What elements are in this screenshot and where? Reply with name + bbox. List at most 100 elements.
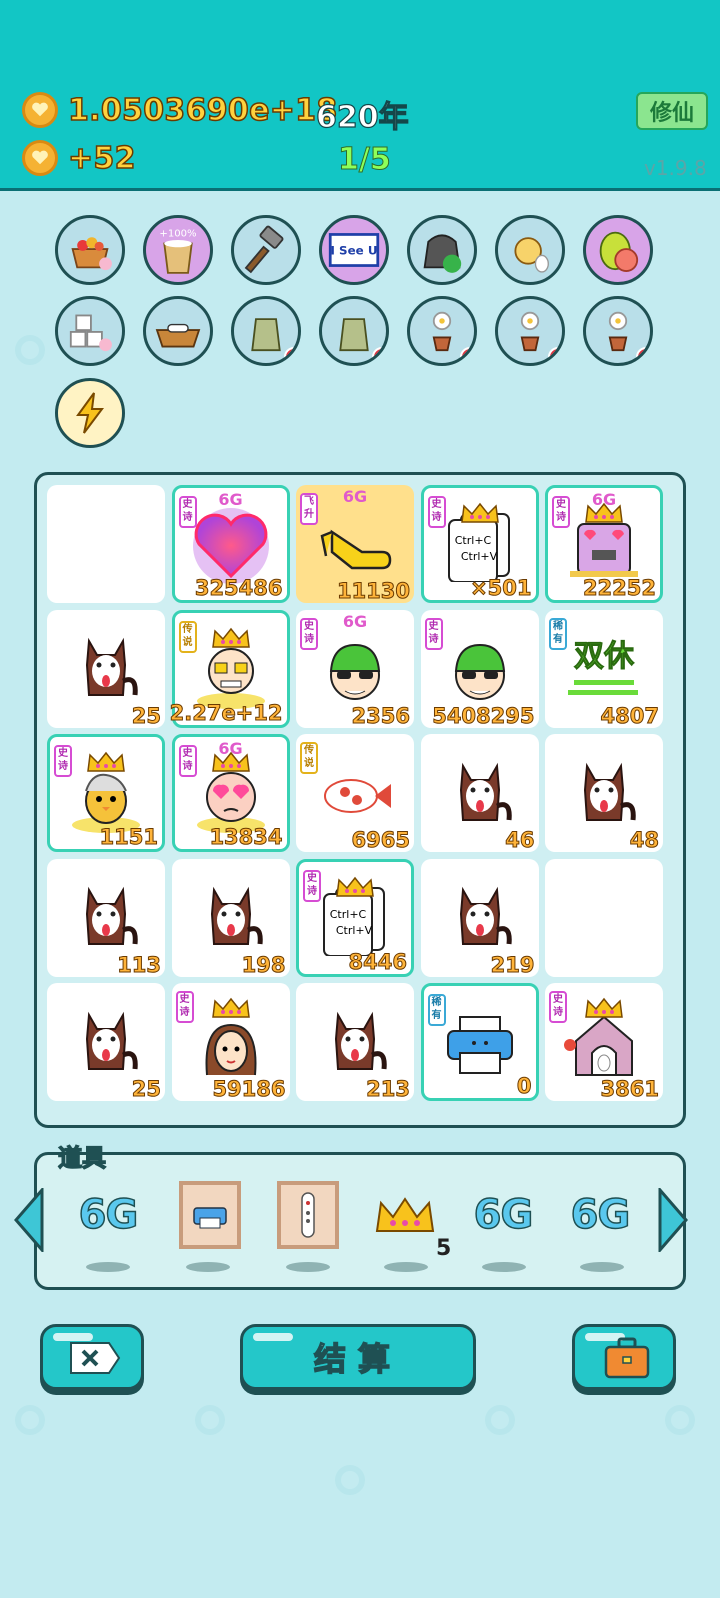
plus100-bucket-icon[interactable]: +100%: [143, 215, 213, 285]
chick-egg-icon[interactable]: [495, 215, 565, 285]
board-cell-girl[interactable]: 史诗 59186: [171, 983, 290, 1102]
cell-count: 22252: [582, 576, 656, 601]
board-cell-green-hat-man[interactable]: 6G 史诗 2356: [296, 609, 414, 728]
coins-total: 1.0503690e+18: [67, 92, 338, 129]
lightning-icon[interactable]: [55, 378, 125, 448]
6g-icon: 6G: [473, 1191, 534, 1239]
crown-icon: [211, 627, 251, 653]
board-cell-green-hat-man[interactable]: 史诗 5408295: [420, 609, 539, 728]
item-shadow: [384, 1262, 428, 1272]
i-see-u-sign-icon[interactable]: I See U: [319, 215, 389, 285]
board-cell-rabbit-house[interactable]: 史诗 3861: [545, 983, 663, 1102]
crown-quantity: 5: [436, 1236, 452, 1261]
crown-item[interactable]: [370, 1180, 440, 1250]
board-cell-koi-fish[interactable]: 传说 6965: [296, 734, 414, 853]
bag-button[interactable]: [572, 1324, 676, 1390]
pomelo-icon[interactable]: [583, 215, 653, 285]
6g-item[interactable]: 6G: [73, 1180, 143, 1250]
cell-count: 325486: [194, 576, 283, 601]
hammer-icon[interactable]: [231, 215, 301, 285]
board-cell-husky[interactable]: 46: [420, 734, 539, 853]
6g-badge: 6G: [342, 611, 368, 631]
cell-count: 13834: [209, 825, 283, 850]
empty-slot[interactable]: [545, 858, 663, 977]
cell-count: 11130: [336, 579, 410, 604]
cell-count: 0: [516, 1074, 532, 1099]
rarity-tag: 史诗: [178, 496, 197, 528]
6g-icon: 6G: [570, 1191, 631, 1239]
board-cell-husky[interactable]: 48: [545, 734, 663, 853]
rarity-tag: 史诗: [54, 745, 72, 777]
rarity-tag: 传说: [300, 742, 318, 774]
sack-icon-1[interactable]: [231, 296, 301, 366]
year-counter: 620年: [315, 99, 409, 135]
coins-rate-row: +52: [22, 140, 136, 176]
round-counter: 1/5: [338, 142, 392, 178]
cell-count: 48: [629, 828, 659, 853]
potted-flower-icon-3[interactable]: [583, 296, 653, 366]
sack-icon-2[interactable]: [319, 296, 389, 366]
cell-count: 219: [490, 952, 535, 977]
board-cell-old-man[interactable]: 传说 2.27e+12: [169, 609, 290, 728]
crown-icon: [460, 502, 500, 528]
item-shadow: [482, 1262, 526, 1272]
dog-bowl-icon[interactable]: [143, 296, 213, 366]
close-button[interactable]: [40, 1324, 144, 1390]
item-shadow: [186, 1262, 230, 1272]
board-cell-husky[interactable]: 213: [296, 983, 414, 1102]
cell-count: 25: [131, 1077, 161, 1102]
potted-flower-icon-2[interactable]: [495, 296, 565, 366]
recycle-bag-icon[interactable]: [407, 215, 477, 285]
rarity-tag: 史诗: [424, 617, 443, 650]
cell-count: 2356: [351, 703, 410, 728]
6g-item[interactable]: 6G: [468, 1180, 538, 1250]
rarity-tag: 史诗: [178, 745, 197, 777]
settle-label: 结算: [313, 1339, 402, 1379]
board-cell-love-bald-man[interactable]: 6G 史诗 13834: [171, 734, 290, 852]
board-cell-love-grumpy-face[interactable]: 6G 史诗 22252: [545, 485, 663, 603]
board-cell-husky[interactable]: 219: [420, 858, 539, 977]
crown-icon: [86, 751, 126, 777]
remote-frame-item[interactable]: [273, 1180, 343, 1250]
cell-count: 1151: [99, 825, 158, 850]
rarity-tag: 传说: [178, 620, 197, 653]
board-cell-heart[interactable]: 6G 史诗 325486: [171, 485, 290, 603]
version-label: v1.9.8: [644, 156, 707, 180]
printer-frame-icon: [179, 1181, 241, 1249]
crown-icon: [584, 997, 624, 1023]
board-cell-pointing-hand[interactable]: 6G 飞升 11130: [296, 485, 414, 604]
arrow-left-icon[interactable]: [12, 1188, 46, 1252]
arrow-right-icon[interactable]: [656, 1188, 690, 1252]
board-cell-ctrl-cv[interactable]: Ctrl+C Ctrl+V 史诗 8446: [296, 858, 414, 977]
button-gloss: [53, 1333, 93, 1341]
board-cell-husky[interactable]: 198: [171, 858, 290, 977]
board-cell-grey-hair-chick[interactable]: 史诗 1151: [47, 734, 165, 852]
board-cell-husky[interactable]: 25: [47, 609, 165, 728]
cell-count: 46: [505, 828, 535, 853]
cell-count: 8446: [348, 949, 407, 974]
printer-frame-item[interactable]: [175, 1180, 245, 1250]
board-cell-husky[interactable]: 25: [47, 983, 165, 1102]
board-cell-printer[interactable]: 稀有 0: [420, 983, 539, 1101]
cell-count: 25: [131, 703, 161, 728]
cell-count: 6965: [351, 828, 410, 853]
board-cell-ctrl-cv[interactable]: Ctrl+C Ctrl+V 史诗 ×501: [420, 485, 539, 603]
xiuxian-button[interactable]: 修仙: [636, 92, 708, 130]
rarity-tag: 史诗: [427, 496, 446, 528]
cell-count: 3861: [600, 1077, 659, 1102]
cell-count: ×501: [470, 576, 532, 601]
fruit-basket-icon[interactable]: [55, 215, 125, 285]
empty-slot[interactable]: [47, 485, 165, 603]
husky-icon: [569, 756, 639, 840]
6g-item[interactable]: 6G: [565, 1180, 635, 1250]
cell-count: 4807: [600, 703, 659, 728]
merge-board: 6G 史诗 325486 6G 飞升 11130 Ctrl+C Ctrl+V 史诗 ×501 6G 史…: [34, 472, 686, 1128]
sugar-cubes-icon[interactable]: [55, 296, 125, 366]
board-cell-shuangxiu[interactable]: 双休 稀有 4807: [545, 609, 663, 728]
rarity-tag: 史诗: [300, 617, 318, 650]
settle-button[interactable]: 结算: [240, 1324, 476, 1390]
6g-badge: 6G: [218, 739, 243, 758]
potted-flower-icon-1[interactable]: [407, 296, 477, 366]
board-cell-husky[interactable]: 113: [47, 858, 165, 977]
svg-text:Ctrl+C: Ctrl+C: [454, 534, 491, 547]
